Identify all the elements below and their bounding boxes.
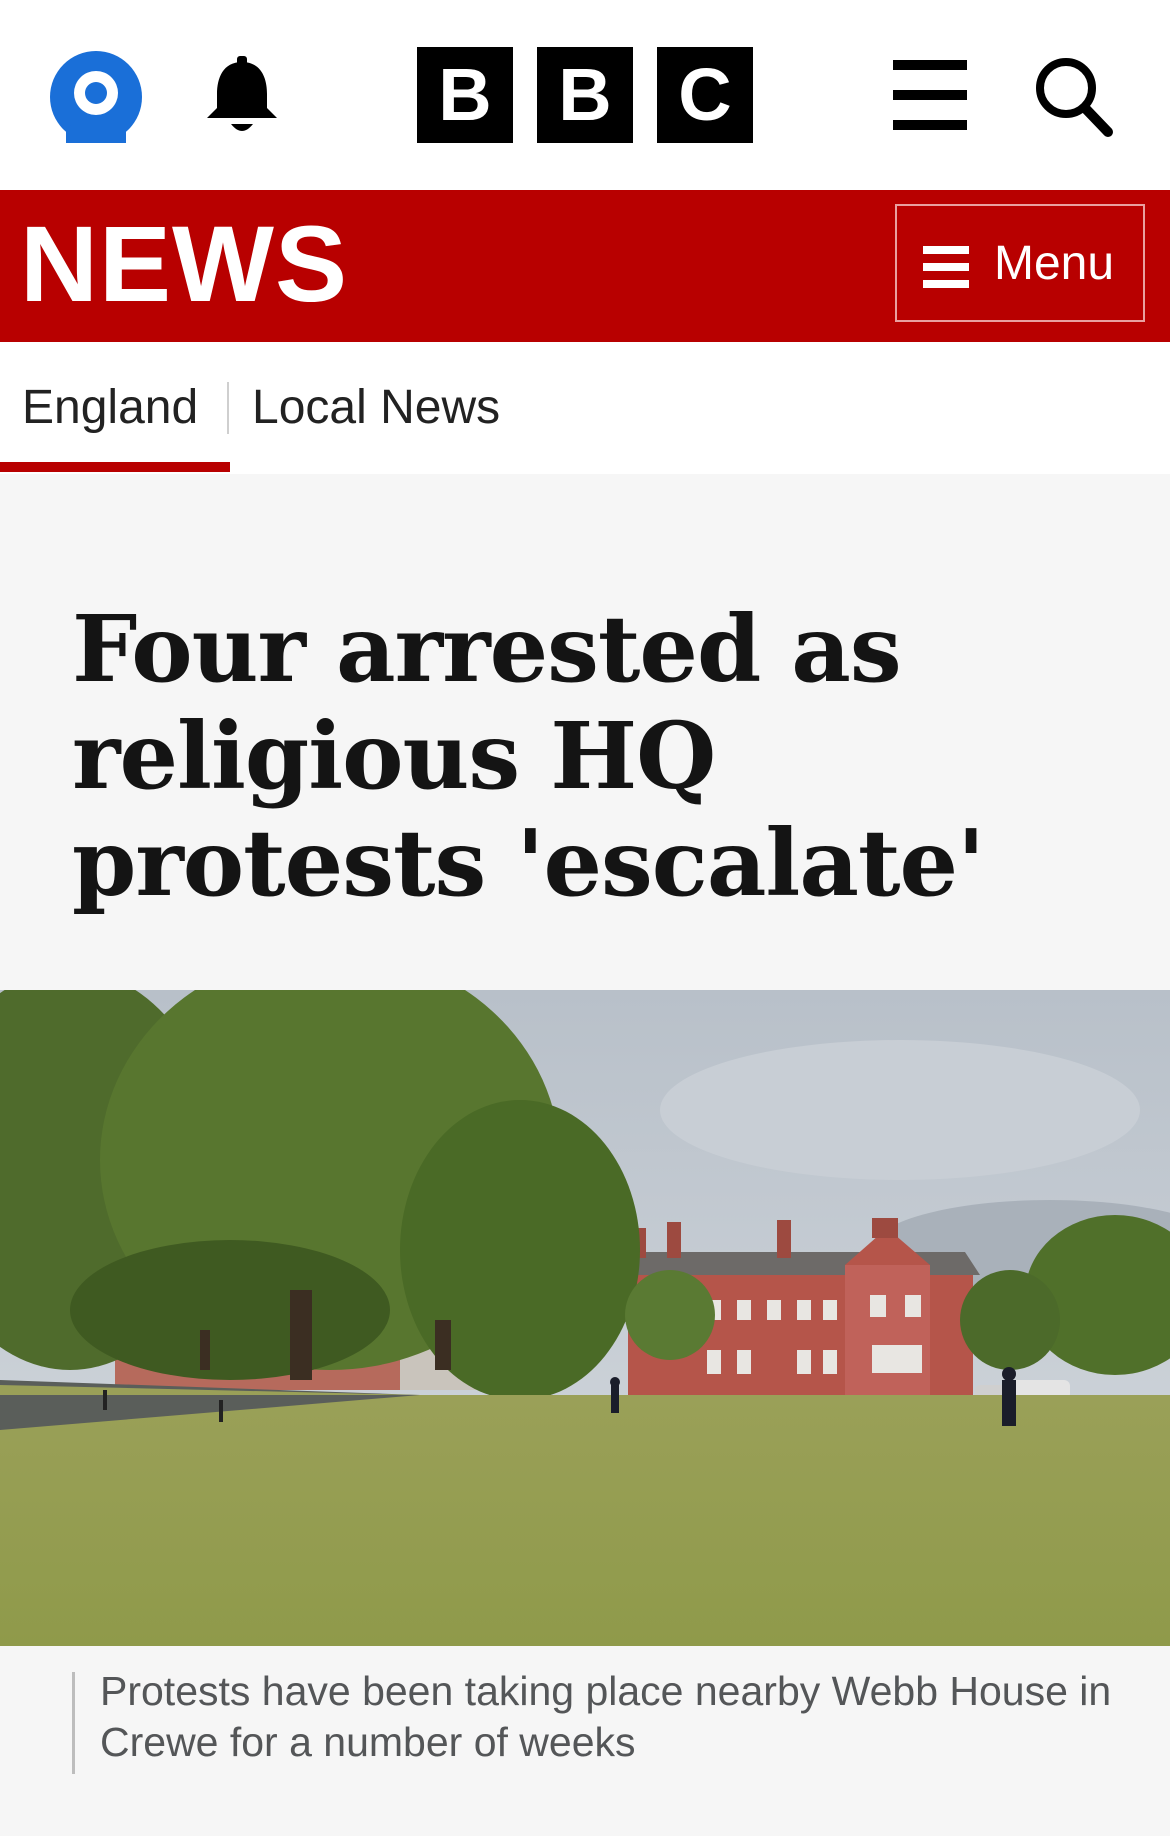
bbc-logo-letter: B — [417, 47, 513, 143]
menu-icon — [923, 246, 969, 288]
menu-button[interactable]: Menu — [895, 204, 1145, 322]
account-icon[interactable] — [50, 51, 142, 143]
bbc-logo-letter: B — [537, 47, 633, 143]
section-subnav: England Local News — [0, 342, 1170, 474]
search-icon[interactable] — [1034, 56, 1114, 138]
top-bar: B B C — [0, 0, 1170, 190]
bbc-logo[interactable]: B B C — [417, 47, 753, 143]
subnav-divider — [227, 382, 229, 434]
article-image — [0, 990, 1170, 1646]
hamburger-icon[interactable] — [893, 60, 967, 130]
bbc-logo-letter: C — [657, 47, 753, 143]
image-caption: Protests have been taking place nearby W… — [100, 1668, 1112, 1765]
active-tab-indicator — [0, 462, 230, 472]
article-headline: Four arrested as religious HQ protests '… — [72, 595, 985, 917]
news-bar: NEWS Menu — [0, 190, 1170, 342]
bell-icon[interactable] — [203, 56, 281, 136]
news-section-title[interactable]: NEWS — [20, 210, 348, 318]
subnav-item-england[interactable]: England — [22, 378, 198, 438]
caption-bar — [72, 1672, 75, 1774]
subnav-item-local-news[interactable]: Local News — [252, 378, 500, 438]
menu-label: Menu — [994, 237, 1115, 290]
